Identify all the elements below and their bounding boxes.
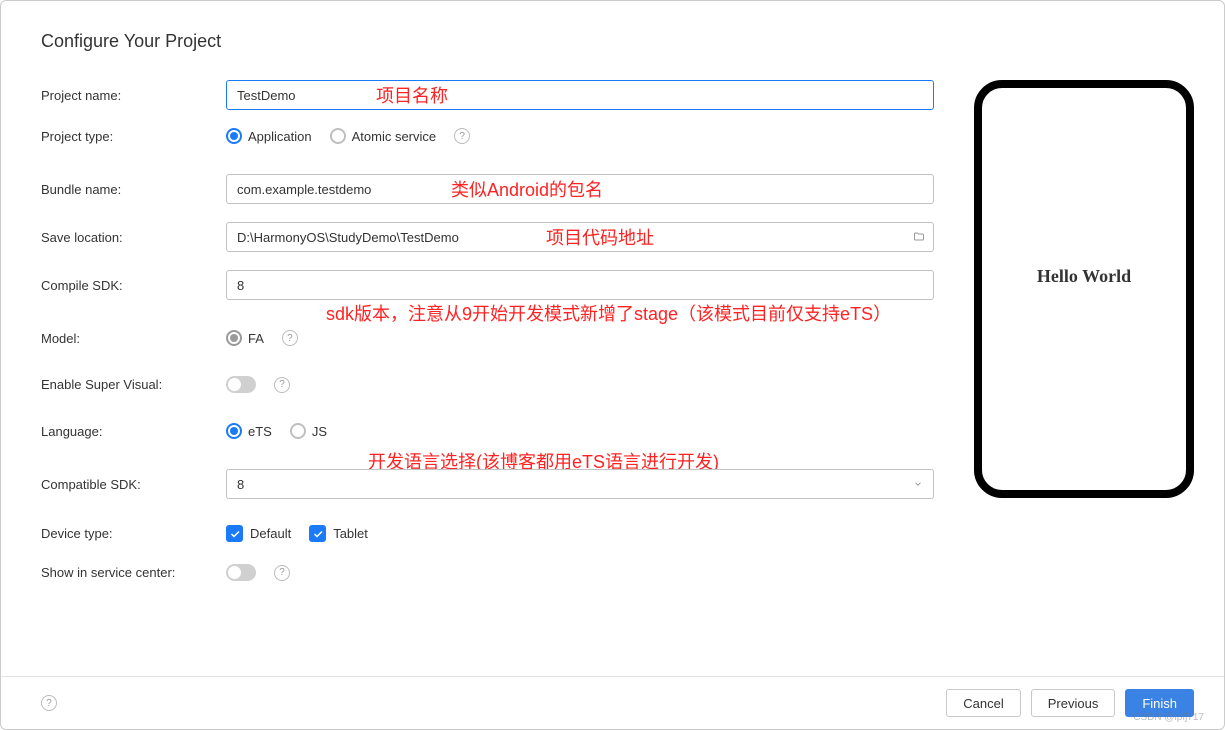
preview-text: Hello World	[1037, 266, 1131, 287]
label-project-type: Project type:	[41, 129, 226, 144]
label-compatible-sdk: Compatible SDK:	[41, 477, 226, 492]
label-model: Model:	[41, 331, 226, 346]
super-visual-toggle[interactable]	[226, 376, 256, 393]
dialog-title: Configure Your Project	[41, 31, 1194, 52]
radio-label: eTS	[248, 424, 272, 439]
radio-label: JS	[312, 424, 327, 439]
radio-label: Application	[248, 129, 312, 144]
help-icon[interactable]: ?	[274, 377, 290, 393]
watermark: CSDN @lpfj717	[1133, 712, 1204, 723]
bundle-name-input[interactable]	[226, 174, 934, 204]
select-value: 8	[237, 477, 244, 492]
cancel-button[interactable]: Cancel	[946, 689, 1020, 717]
row-bundle-name: Bundle name: 类似Android的包名	[41, 174, 934, 204]
checkbox-tablet[interactable]: Tablet	[309, 525, 368, 542]
label-language: Language:	[41, 424, 226, 439]
previous-button[interactable]: Previous	[1031, 689, 1116, 717]
radio-icon	[226, 423, 242, 439]
row-language: Language: eTS JS 开发语言选择(该博客都用eTS语言进行开发)	[41, 423, 934, 439]
radio-js[interactable]: JS	[290, 423, 327, 439]
project-name-input[interactable]	[226, 80, 934, 110]
row-save-location: Save location: 项目代码地址	[41, 222, 934, 252]
row-project-name: Project name: 项目名称	[41, 80, 934, 110]
label-bundle-name: Bundle name:	[41, 182, 226, 197]
dialog-content: Project name: 项目名称 Project type: Applica…	[41, 80, 1194, 658]
row-model: Model: FA ?	[41, 330, 934, 346]
radio-icon	[330, 128, 346, 144]
checkbox-label: Default	[250, 526, 291, 541]
row-project-type: Project type: Application Atomic service…	[41, 128, 934, 144]
compatible-sdk-select[interactable]: 8	[226, 469, 934, 499]
row-enable-super-visual: Enable Super Visual: ?	[41, 376, 934, 393]
row-show-in-service-center: Show in service center: ?	[41, 564, 934, 581]
compile-sdk-input[interactable]	[226, 270, 934, 300]
dialog-footer: ? Cancel Previous Finish	[41, 687, 1194, 717]
label-project-name: Project name:	[41, 88, 226, 103]
radio-fa[interactable]: FA	[226, 330, 264, 346]
radio-atomic-service[interactable]: Atomic service	[330, 128, 437, 144]
help-icon[interactable]: ?	[274, 565, 290, 581]
configure-project-dialog: Configure Your Project Project name: 项目名…	[0, 0, 1225, 730]
radio-label: Atomic service	[352, 129, 437, 144]
form-column: Project name: 项目名称 Project type: Applica…	[41, 80, 934, 658]
checkbox-default[interactable]: Default	[226, 525, 291, 542]
radio-icon	[226, 330, 242, 346]
label-show-in-service-center: Show in service center:	[41, 565, 226, 580]
radio-icon	[290, 423, 306, 439]
radio-label: FA	[248, 331, 264, 346]
help-icon[interactable]: ?	[454, 128, 470, 144]
radio-application[interactable]: Application	[226, 128, 312, 144]
radio-ets[interactable]: eTS	[226, 423, 272, 439]
footer-divider	[1, 676, 1224, 677]
preview-column: Hello World	[974, 80, 1194, 658]
service-center-toggle[interactable]	[226, 564, 256, 581]
footer-help-icon[interactable]: ?	[41, 695, 57, 711]
checkbox-icon	[309, 525, 326, 542]
checkbox-icon	[226, 525, 243, 542]
label-save-location: Save location:	[41, 230, 226, 245]
help-icon[interactable]: ?	[282, 330, 298, 346]
phone-preview: Hello World	[974, 80, 1194, 498]
label-enable-super-visual: Enable Super Visual:	[41, 377, 226, 392]
chevron-down-icon	[913, 479, 923, 489]
row-device-type: Device type: Default Tablet	[41, 525, 934, 542]
radio-icon	[226, 128, 242, 144]
label-compile-sdk: Compile SDK:	[41, 278, 226, 293]
label-device-type: Device type:	[41, 526, 226, 541]
row-compatible-sdk: Compatible SDK: 8	[41, 469, 934, 499]
folder-icon[interactable]	[912, 231, 926, 243]
row-compile-sdk: Compile SDK: sdk版本，注意从9开始开发模式新增了stage（该模…	[41, 270, 934, 300]
save-location-input[interactable]	[226, 222, 934, 252]
checkbox-label: Tablet	[333, 526, 368, 541]
